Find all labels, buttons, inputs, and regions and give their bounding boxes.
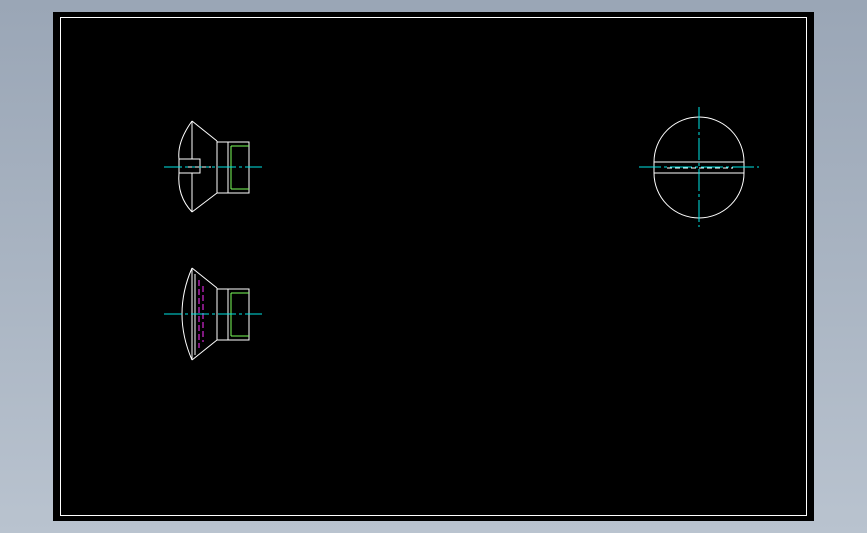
sheet-border [60,17,807,516]
cone-upper-edge [191,120,218,142]
top-view-centerlines [639,107,759,227]
cad-drawing-canvas[interactable] [53,12,814,521]
cad-viewport[interactable] [53,12,814,521]
cone-upper-edge [191,267,218,289]
head-slot [178,158,201,174]
head-face-arc-lower [178,172,193,213]
cone-lower-edge [191,192,218,213]
head-face-arc-upper [178,120,193,160]
cone-lower-edge [191,339,218,361]
